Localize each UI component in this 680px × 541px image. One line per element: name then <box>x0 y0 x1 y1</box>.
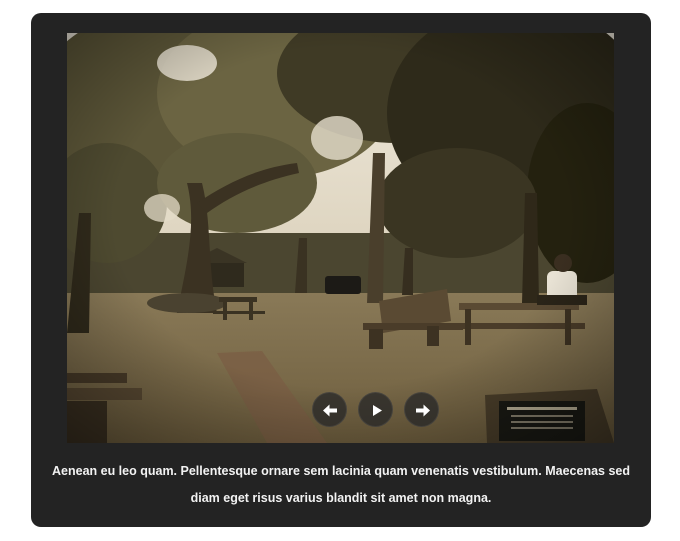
park-photo-illustration <box>67 33 614 443</box>
arrow-right-icon <box>416 404 430 417</box>
play-slideshow-button[interactable] <box>358 392 393 427</box>
play-icon <box>373 405 382 416</box>
previous-slide-button[interactable] <box>312 392 347 427</box>
slideshow-controls <box>312 392 442 428</box>
slideshow-frame: Aenean eu leo quam. Pellentesque ornare … <box>31 13 651 527</box>
arrow-left-icon <box>323 404 337 417</box>
slide-photo <box>67 33 614 443</box>
next-slide-button[interactable] <box>404 392 439 427</box>
slide-caption: Aenean eu leo quam. Pellentesque ornare … <box>52 464 630 505</box>
